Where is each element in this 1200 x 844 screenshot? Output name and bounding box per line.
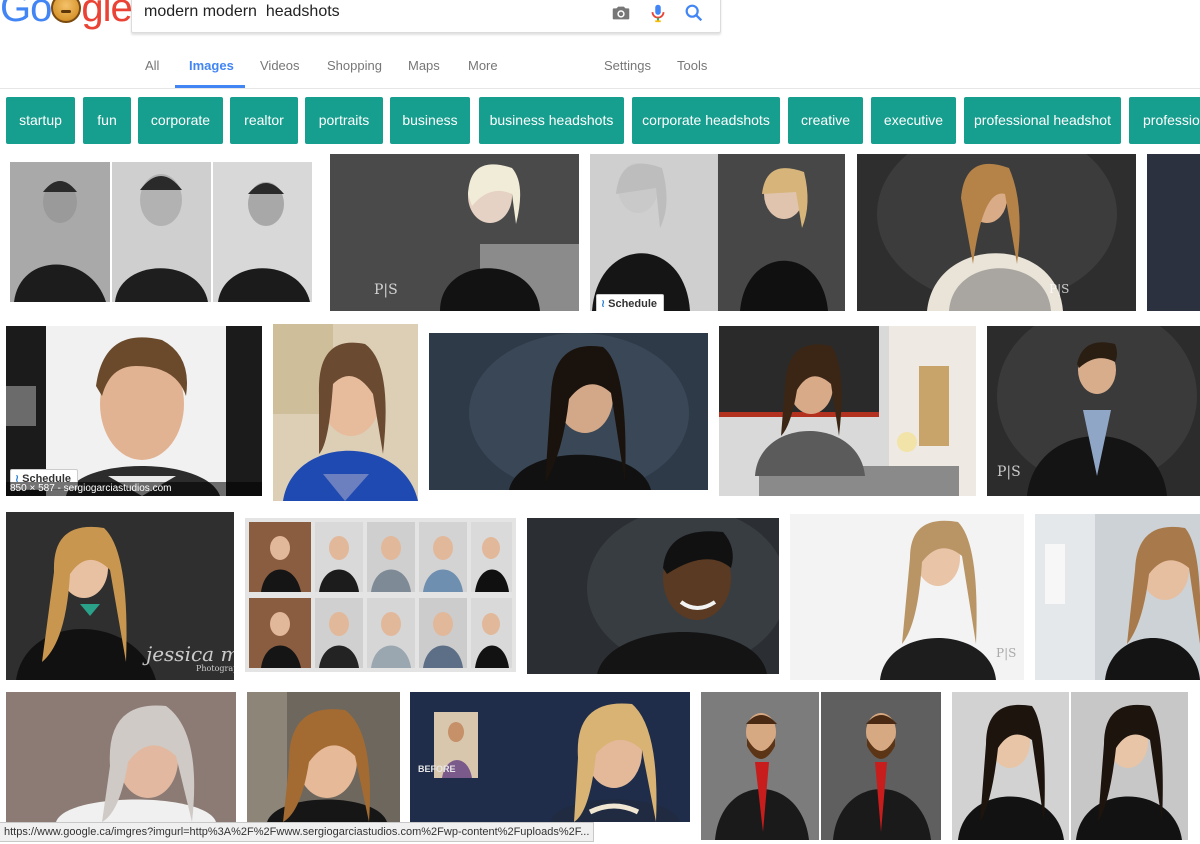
logo-text-gle: gle	[81, 0, 132, 30]
microphone-icon[interactable]	[647, 2, 669, 24]
image-result-2[interactable]: P|S	[330, 154, 579, 311]
portrait-photo	[1035, 514, 1200, 680]
image-result-11[interactable]: jessica micha Photography	[6, 512, 234, 680]
tab-maps[interactable]: Maps	[408, 58, 440, 73]
tab-images[interactable]: Images	[189, 58, 234, 73]
chip-realtor[interactable]: realtor	[230, 97, 298, 144]
portrait-photo	[6, 692, 236, 822]
image-result-6[interactable]: ≀ Schedule 850 × 587 - sergiogarciastudio…	[6, 326, 262, 496]
image-result-15[interactable]	[1035, 514, 1200, 680]
tab-shopping[interactable]: Shopping	[327, 58, 382, 73]
chip-profession[interactable]: profession	[1129, 97, 1200, 144]
portrait-photo	[10, 162, 312, 302]
google-logo[interactable]: Go gle	[0, 0, 133, 30]
logo-text-g: Go	[0, 0, 52, 30]
portrait-photo	[273, 324, 418, 501]
image-result-1[interactable]	[10, 162, 312, 302]
jessica-watermark: jessica micha	[146, 642, 234, 666]
portrait-photo	[790, 514, 1024, 680]
ps-watermark: P|S	[1049, 282, 1070, 296]
chip-executive[interactable]: executive	[871, 97, 956, 144]
portrait-photo	[247, 692, 400, 822]
settings-link[interactable]: Settings	[604, 58, 651, 73]
image-result-10[interactable]: P|S	[987, 326, 1200, 496]
doodle-face-icon	[51, 0, 82, 23]
portrait-photo	[527, 518, 779, 674]
chip-fun[interactable]: fun	[83, 97, 131, 144]
header: Gogle All Images Videos Shopping Maps Mo…	[0, 0, 1200, 89]
search-icon[interactable]	[683, 2, 705, 24]
image-result-3[interactable]: ≀ Schedule	[590, 154, 845, 311]
photography-watermark: Photography	[196, 664, 234, 673]
search-input[interactable]	[144, 0, 584, 24]
image-result-19[interactable]	[701, 692, 941, 840]
camera-icon[interactable]	[610, 2, 632, 24]
collage-photo	[245, 518, 516, 672]
chip-business-headshots[interactable]: business headshots	[479, 97, 624, 144]
tab-more[interactable]: More	[468, 58, 498, 73]
search-nav: All Images Videos Shopping Maps More Set…	[0, 50, 1200, 88]
portrait-photo	[857, 154, 1136, 311]
image-result-4[interactable]: P|S	[857, 154, 1136, 311]
ps-watermark: P|S	[997, 464, 1021, 480]
chip-creative[interactable]: creative	[788, 97, 863, 144]
active-tab-indicator	[175, 85, 245, 88]
chip-business[interactable]: business	[390, 97, 470, 144]
status-bar-url: https://www.google.ca/imgres?imgurl=http…	[0, 822, 595, 842]
image-result-12[interactable]	[245, 518, 516, 672]
tab-videos[interactable]: Videos	[260, 58, 300, 73]
image-result-16[interactable]	[6, 692, 236, 822]
image-result-20[interactable]	[952, 692, 1188, 840]
portrait-photo	[701, 692, 941, 840]
portrait-photo	[330, 154, 579, 311]
image-result-9[interactable]	[719, 326, 976, 496]
portrait-photo	[952, 692, 1188, 840]
schedule-label: Schedule	[608, 298, 658, 310]
ps-watermark: P|S	[374, 282, 398, 298]
ps-watermark: P|S	[996, 646, 1017, 660]
chip-startup[interactable]: startup	[6, 97, 75, 144]
chip-portraits[interactable]: portraits	[305, 97, 383, 144]
image-result-5[interactable]	[1147, 154, 1200, 311]
portrait-photo	[410, 692, 690, 822]
image-result-8[interactable]	[429, 333, 708, 490]
related-search-chips: startup fun corporate realtor portraits …	[0, 97, 1200, 145]
tab-all[interactable]: All	[145, 58, 159, 73]
image-dimensions-caption: 850 × 587 - sergiogarciastudios.com	[6, 482, 262, 496]
before-label: BEFORE	[418, 764, 456, 774]
image-result-14[interactable]: P|S	[790, 514, 1024, 680]
image-result-17[interactable]	[247, 692, 400, 822]
portrait-photo	[590, 154, 845, 311]
schedule-badge[interactable]: ≀ Schedule	[596, 294, 665, 311]
image-result-18[interactable]: BEFORE	[410, 692, 690, 822]
image-result-7[interactable]	[273, 324, 418, 501]
chip-corporate[interactable]: corporate	[138, 97, 223, 144]
chip-professional-headshot[interactable]: professional headshot	[964, 97, 1121, 144]
chip-corporate-headshots[interactable]: corporate headshots	[632, 97, 780, 144]
search-box	[131, 0, 721, 33]
portrait-photo	[719, 326, 976, 496]
tools-link[interactable]: Tools	[677, 58, 707, 73]
image-result-13[interactable]	[527, 518, 779, 674]
portrait-photo	[429, 333, 708, 490]
